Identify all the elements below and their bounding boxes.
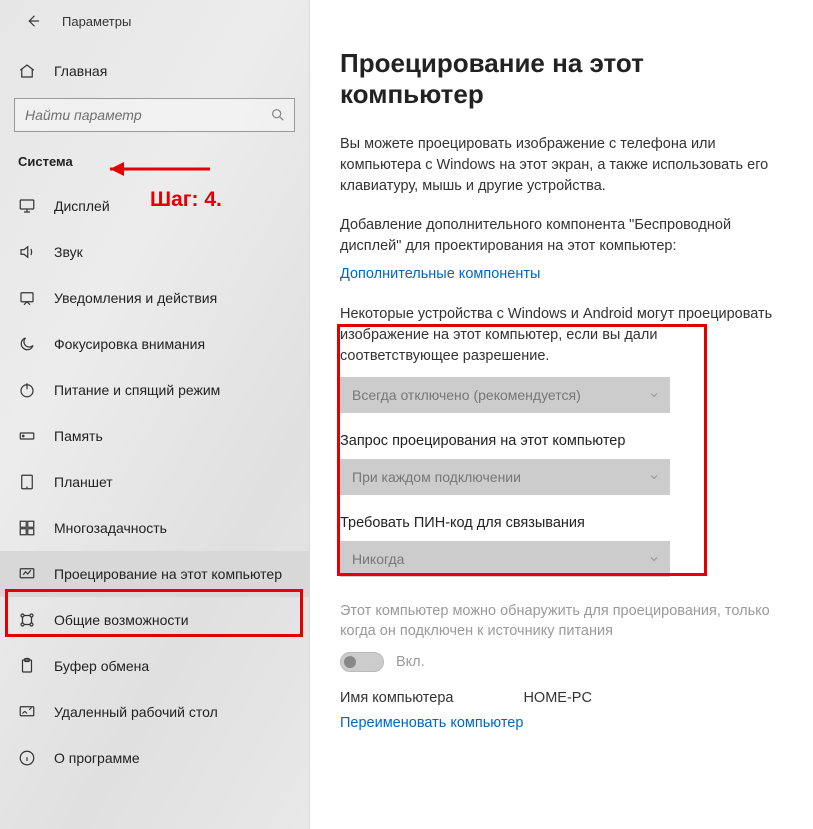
power-toggle[interactable] xyxy=(340,652,384,672)
home-button[interactable]: Главная xyxy=(0,38,309,92)
tablet-icon xyxy=(18,473,36,491)
sidebar-item-notifications[interactable]: Уведомления и действия xyxy=(0,275,309,321)
pin-select[interactable]: Никогда xyxy=(340,541,670,577)
optional-features-link[interactable]: Дополнительные компоненты xyxy=(340,266,540,282)
intro-text: Вы можете проецировать изображение с тел… xyxy=(340,134,780,197)
header-row: Параметры xyxy=(0,0,309,38)
sidebar-item-remote[interactable]: Удаленный рабочий стол xyxy=(0,689,309,735)
storage-icon xyxy=(18,427,36,445)
home-label: Главная xyxy=(54,63,107,79)
permission-text: Некоторые устройства с Windows и Android… xyxy=(340,304,780,367)
sidebar-item-tablet[interactable]: Планшет xyxy=(0,459,309,505)
search-input[interactable] xyxy=(25,107,270,123)
search-box[interactable] xyxy=(14,98,295,132)
back-button[interactable] xyxy=(22,10,44,32)
projecting-icon xyxy=(18,565,36,583)
sidebar-item-label: Удаленный рабочий стол xyxy=(54,704,218,720)
chevron-down-icon xyxy=(648,553,660,565)
rename-pc-link[interactable]: Переименовать компьютер xyxy=(340,715,523,731)
sidebar-item-label: Буфер обмена xyxy=(54,658,149,674)
page-title: Проецирование на этот компьютер xyxy=(340,48,783,110)
sidebar-item-multitasking[interactable]: Многозадачность xyxy=(0,505,309,551)
pc-name-row: Имя компьютера HOME-PC xyxy=(340,690,783,706)
sidebar-item-about[interactable]: О программе xyxy=(0,735,309,781)
group-label-request: Запрос проецирования на этот компьютер xyxy=(340,433,783,449)
info-icon xyxy=(18,749,36,767)
shared-icon xyxy=(18,611,36,629)
sidebar-item-label: Проецирование на этот компьютер xyxy=(54,566,282,582)
request-select[interactable]: При каждом подключении xyxy=(340,459,670,495)
power-note: Этот компьютер можно обнаружить для прое… xyxy=(340,601,780,642)
addon-text: Добавление дополнительного компонента "Б… xyxy=(340,215,780,257)
window-title: Параметры xyxy=(62,14,131,29)
pc-name-label: Имя компьютера xyxy=(340,690,453,706)
sidebar-item-label: Многозадачность xyxy=(54,520,167,536)
sidebar-item-label: Уведомления и действия xyxy=(54,290,217,306)
sidebar-item-sound[interactable]: Звук xyxy=(0,229,309,275)
select-value: Никогда xyxy=(352,551,404,567)
power-icon xyxy=(18,381,36,399)
monitor-icon xyxy=(18,197,36,215)
moon-icon xyxy=(18,335,36,353)
sidebar-item-label: Дисплей xyxy=(54,198,110,214)
sidebar-item-projecting[interactable]: Проецирование на этот компьютер xyxy=(0,551,309,597)
sidebar-item-label: Общие возможности xyxy=(54,612,189,628)
sidebar-item-power[interactable]: Питание и спящий режим xyxy=(0,367,309,413)
search-icon xyxy=(270,107,286,123)
sidebar-item-label: Память xyxy=(54,428,103,444)
sidebar-item-focus[interactable]: Фокусировка внимания xyxy=(0,321,309,367)
sidebar-item-storage[interactable]: Память xyxy=(0,413,309,459)
pc-name-value: HOME-PC xyxy=(523,690,591,706)
select-value: При каждом подключении xyxy=(352,469,521,485)
toggle-label: Вкл. xyxy=(396,654,425,670)
sidebar-item-label: Планшет xyxy=(54,474,113,490)
sidebar-item-display[interactable]: Дисплей xyxy=(0,183,309,229)
group-label-pin: Требовать ПИН-код для связывания xyxy=(340,515,783,531)
chevron-down-icon xyxy=(648,471,660,483)
notification-icon xyxy=(18,289,36,307)
sidebar-item-label: Фокусировка внимания xyxy=(54,336,205,352)
clipboard-icon xyxy=(18,657,36,675)
sidebar-item-label: Питание и спящий режим xyxy=(54,382,220,398)
sound-icon xyxy=(18,243,36,261)
availability-select[interactable]: Всегда отключено (рекомендуется) xyxy=(340,377,670,413)
power-toggle-row: Вкл. xyxy=(340,652,783,672)
arrow-left-icon xyxy=(24,12,42,30)
sidebar-item-label: О программе xyxy=(54,750,140,766)
category-title: Система xyxy=(0,144,309,183)
sidebar-item-label: Звук xyxy=(54,244,83,260)
sidebar-item-shared[interactable]: Общие возможности xyxy=(0,597,309,643)
sidebar: Параметры Главная Система Дисплей Звук xyxy=(0,0,310,829)
chevron-down-icon xyxy=(648,389,660,401)
sidebar-item-clipboard[interactable]: Буфер обмена xyxy=(0,643,309,689)
main-panel: Проецирование на этот компьютер Вы может… xyxy=(310,0,813,829)
home-icon xyxy=(18,62,36,80)
remote-icon xyxy=(18,703,36,721)
select-value: Всегда отключено (рекомендуется) xyxy=(352,387,581,403)
multitask-icon xyxy=(18,519,36,537)
